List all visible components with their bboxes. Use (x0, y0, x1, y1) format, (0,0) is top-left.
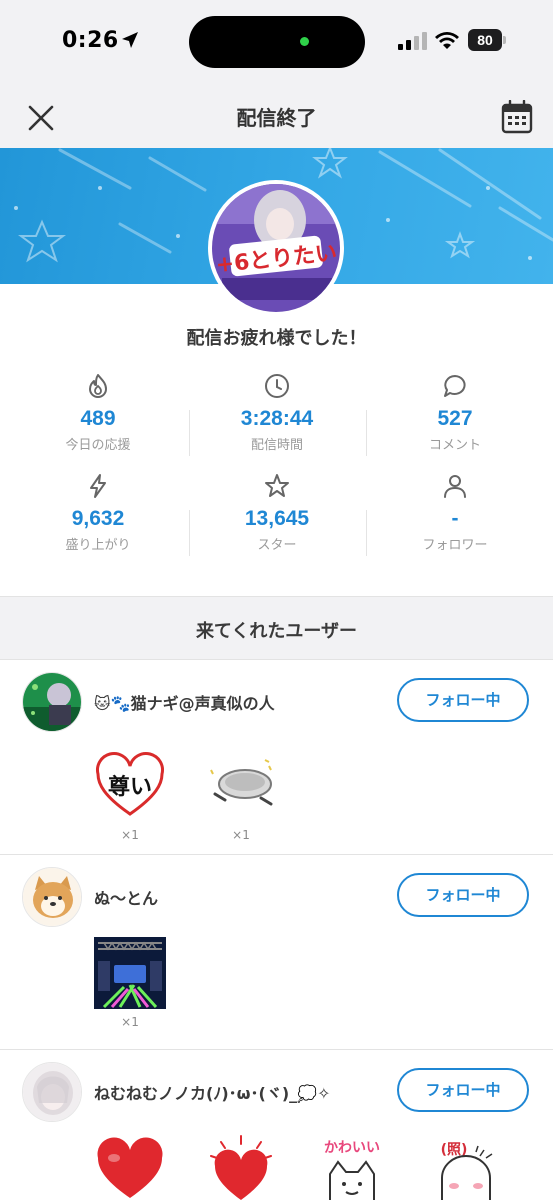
avatar-image (23, 868, 81, 926)
stat-duration: 3:28:44 配信時間 (185, 372, 369, 453)
camera-indicator-icon (300, 37, 309, 46)
stat-value: - (451, 507, 459, 530)
calendar-icon (501, 100, 533, 134)
user-name[interactable]: 🐱🐾猫ナギ@声真似の人 (94, 690, 275, 714)
sparkle-heart-sticker (210, 1135, 272, 1200)
stat-comments: 527 コメント (363, 372, 547, 453)
shy-ghost-sticker: (照) (441, 1142, 493, 1200)
page-title: 配信終了 (236, 106, 317, 130)
battery-icon: 80 (468, 29, 502, 51)
visitor-row: ねむねむノノカ(ﾉ)･ω･(ヾ)_💭✧ フォロー中 かわいい (照) (0, 1050, 553, 1200)
stat-value: 489 (80, 407, 116, 430)
stat-excitement: 9,632 盛り上がり (6, 472, 190, 553)
stat-label: スター (257, 538, 297, 553)
stat-followers: - フォロワー (363, 472, 547, 553)
avatar-image (23, 673, 81, 731)
gift-item: ×1 (205, 750, 277, 842)
summary-message: 配信お疲れ様でした！ (186, 328, 367, 349)
comment-icon (444, 375, 466, 397)
avatar-image (23, 1063, 81, 1121)
lightning-icon (90, 474, 106, 498)
stat-label: 今日の応援 (65, 438, 131, 453)
location-arrow-icon (122, 32, 138, 48)
stat-support: 489 今日の応援 (6, 372, 190, 453)
signal-icon (398, 32, 427, 50)
following-button[interactable]: フォロー中 (397, 1068, 529, 1112)
streamer-avatar: +6とりたい (208, 180, 344, 316)
gift-item (205, 1134, 277, 1200)
gift-item: (照) (430, 1134, 502, 1200)
gift-item: かわいい (316, 1134, 388, 1200)
pan-sticker (210, 759, 273, 806)
following-button[interactable]: フォロー中 (397, 873, 529, 917)
sticker-text: かわいい (324, 1140, 380, 1156)
gift-item: ×1 (94, 937, 166, 1029)
concert-stage-sticker (94, 937, 166, 1009)
gift-item (94, 1134, 166, 1200)
streamer-avatar-image: +6とりたい (212, 184, 340, 312)
red-heart-sticker (97, 1137, 163, 1198)
star-icon (265, 474, 289, 497)
gift-count: ×1 (121, 1015, 139, 1029)
stat-value: 9,632 (71, 507, 125, 530)
clock-icon (265, 374, 289, 398)
following-button[interactable]: フォロー中 (397, 678, 529, 722)
stat-value: 13,645 (244, 507, 310, 530)
wifi-icon (435, 32, 459, 49)
app-header: 配信終了 (0, 86, 553, 148)
avatar[interactable] (22, 1062, 82, 1122)
stat-label: コメント (428, 438, 481, 453)
person-icon (444, 475, 466, 498)
kawaii-cat-sticker: かわいい (324, 1140, 380, 1200)
status-bar: 0:26 80 (0, 0, 553, 86)
avatar[interactable] (22, 867, 82, 927)
calendar-button[interactable] (498, 98, 536, 136)
avatar[interactable] (22, 672, 82, 732)
gift-item: 尊い ×1 (94, 750, 166, 842)
stat-label: 配信時間 (250, 438, 303, 453)
heart-frame-sticker: 尊い (96, 752, 164, 816)
gift-count: ×1 (121, 828, 139, 842)
user-name[interactable]: ねむねむノノカ(ﾉ)･ω･(ヾ)_💭✧ (94, 1080, 331, 1104)
battery-cap (503, 36, 506, 44)
stat-stars: 13,645 スター (185, 472, 369, 553)
dynamic-island (189, 16, 365, 68)
stat-label: 盛り上がり (65, 538, 131, 553)
sticker-text: 尊い (108, 774, 152, 800)
stat-value: 3:28:44 (240, 407, 314, 430)
visitors-section-header: 来てくれたユーザー (0, 596, 553, 660)
gift-count: ×1 (232, 828, 250, 842)
flame-icon (89, 374, 107, 398)
status-time: 0:26 (62, 28, 119, 53)
visitor-row: ぬ〜とん フォロー中 ×1 (0, 855, 553, 1049)
user-name[interactable]: ぬ〜とん (94, 885, 158, 909)
stat-label: フォロワー (422, 538, 488, 553)
visitors-title: 来てくれたユーザー (195, 621, 358, 642)
visitor-row: 🐱🐾猫ナギ@声真似の人 フォロー中 尊い ×1 ×1 (0, 660, 553, 854)
stat-value: 527 (437, 407, 473, 430)
